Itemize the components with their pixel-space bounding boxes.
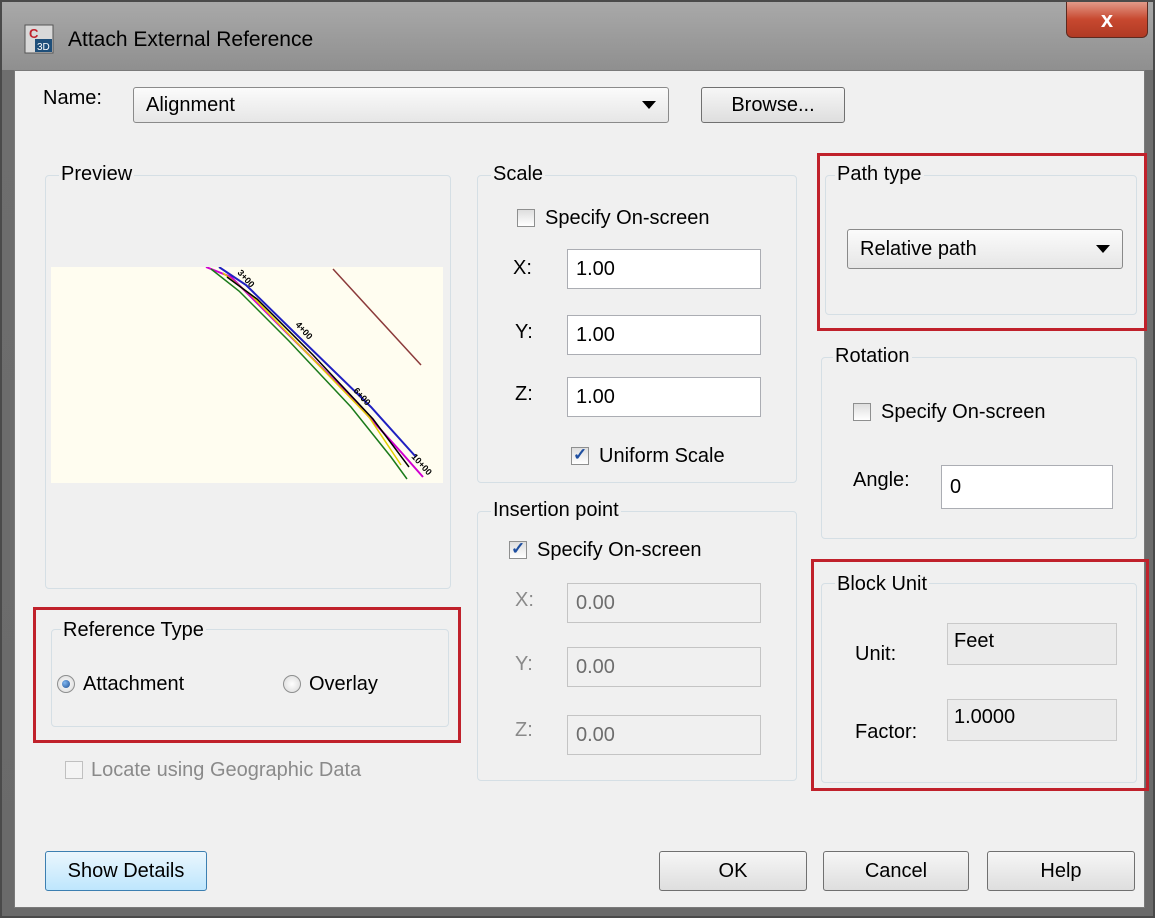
insertion-y-input[interactable]: 0.00 [567, 647, 761, 687]
insertion-specify-checkbox[interactable]: ✓ [509, 539, 527, 559]
scale-x-input[interactable]: 1.00 [567, 249, 761, 289]
highlight-box-block-unit [811, 559, 1149, 791]
name-dropdown[interactable]: Alignment [133, 87, 669, 123]
dialog-window: C 3D Attach External Reference x Name: A… [0, 0, 1155, 918]
svg-text:C: C [29, 26, 39, 41]
insertion-y-label: Y: [515, 653, 533, 675]
dialog-client-area: Name: Alignment Browse... Preview 3+00 4… [14, 70, 1149, 908]
check-icon: ✓ [573, 445, 588, 464]
scale-specify-label[interactable]: Specify On-screen [545, 207, 710, 230]
title-bar[interactable]: C 3D Attach External Reference x [2, 2, 1153, 70]
geographic-checkbox[interactable] [65, 761, 83, 779]
rotation-group [821, 357, 1137, 539]
show-details-button[interactable]: Show Details [45, 851, 207, 891]
check-icon: ✓ [511, 539, 526, 558]
scale-x-label: X: [513, 257, 532, 279]
scale-z-input[interactable]: 1.00 [567, 377, 761, 417]
rotation-specify-checkbox[interactable] [853, 403, 871, 421]
window-title: Attach External Reference [68, 28, 314, 51]
highlight-box-path-type [817, 153, 1147, 331]
preview-label: Preview [59, 163, 135, 186]
angle-input[interactable]: 0 [941, 465, 1113, 509]
svg-text:3D: 3D [37, 42, 50, 53]
angle-label: Angle: [853, 469, 910, 491]
scale-label: Scale [491, 163, 546, 186]
uniform-scale-checkbox[interactable]: ✓ [571, 445, 589, 465]
insertion-x-label: X: [515, 589, 534, 611]
uniform-scale-label[interactable]: Uniform Scale [599, 445, 725, 468]
highlight-box-reference-type [33, 607, 461, 743]
insertion-z-input[interactable]: 0.00 [567, 715, 761, 755]
chevron-down-icon [642, 101, 656, 109]
alignment-preview-drawing: 3+00 4+00 6+00 10+00 [205, 266, 434, 480]
civil-3d-icon: C 3D [24, 24, 54, 54]
insertion-x-input[interactable]: 0.00 [567, 583, 761, 623]
rotation-label: Rotation [833, 345, 912, 368]
help-button[interactable]: Help [987, 851, 1135, 891]
close-icon: x [1100, 6, 1114, 32]
close-button[interactable]: x [1066, 2, 1148, 38]
name-dropdown-value: Alignment [146, 93, 235, 116]
insertion-point-label: Insertion point [491, 499, 621, 522]
preview-image: 3+00 4+00 6+00 10+00 [51, 266, 443, 483]
scale-z-label: Z: [515, 383, 533, 405]
geographic-label: Locate using Geographic Data [91, 759, 362, 781]
scale-y-input[interactable]: 1.00 [567, 315, 761, 355]
rotation-specify-label[interactable]: Specify On-screen [881, 401, 1046, 424]
cancel-button[interactable]: Cancel [823, 851, 969, 891]
ok-button[interactable]: OK [659, 851, 807, 891]
scale-y-label: Y: [515, 321, 533, 343]
browse-button[interactable]: Browse... [701, 87, 845, 123]
insertion-specify-label[interactable]: Specify On-screen [537, 539, 702, 562]
scale-specify-checkbox[interactable] [517, 209, 535, 227]
name-label: Name: [43, 87, 102, 109]
insertion-z-label: Z: [515, 719, 533, 741]
